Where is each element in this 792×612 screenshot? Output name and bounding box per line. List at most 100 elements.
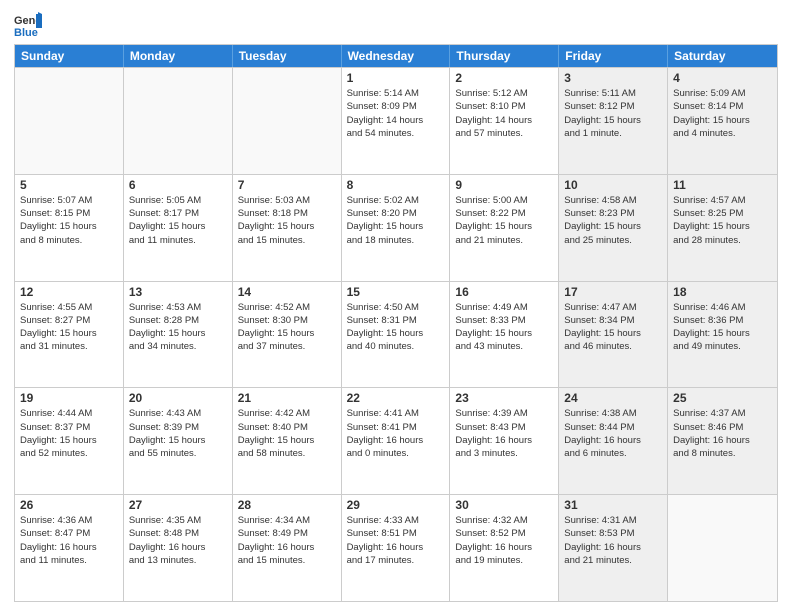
calendar-body: 1 Sunrise: 5:14 AM Sunset: 8:09 PM Daylig… [15,67,777,601]
cal-cell-w5-d5: 30Sunrise: 4:32 AM Sunset: 8:52 PM Dayli… [450,495,559,601]
day-info: Sunrise: 4:43 AM Sunset: 8:39 PM Dayligh… [129,407,227,460]
cal-cell-w1-d4: 1 Sunrise: 5:14 AM Sunset: 8:09 PM Daylig… [342,68,451,174]
cal-cell-w2-d6: 10 Sunrise: 4:58 AM Sunset: 8:23 PM Dayli… [559,175,668,281]
cal-header-monday: Monday [124,45,233,67]
day-number: 20 [129,391,227,405]
cal-cell-w4-d2: 20 Sunrise: 4:43 AM Sunset: 8:39 PM Dayli… [124,388,233,494]
day-number: 25 [673,391,772,405]
cal-cell-w3-d7: 18 Sunrise: 4:46 AM Sunset: 8:36 PM Dayli… [668,282,777,388]
day-info: Sunrise: 5:05 AM Sunset: 8:17 PM Dayligh… [129,194,227,247]
logo-icon: General Blue [14,10,42,38]
day-number: 22 [347,391,445,405]
day-info: Sunrise: 4:52 AM Sunset: 8:30 PM Dayligh… [238,301,336,354]
cal-week-2: 5 Sunrise: 5:07 AM Sunset: 8:15 PM Daylig… [15,174,777,281]
day-info: Sunrise: 5:09 AM Sunset: 8:14 PM Dayligh… [673,87,772,140]
cal-cell-w1-d3 [233,68,342,174]
day-info: Sunrise: 4:32 AM Sunset: 8:52 PM Dayligh… [455,514,553,567]
calendar: SundayMondayTuesdayWednesdayThursdayFrid… [14,44,778,602]
cal-cell-w2-d3: 7 Sunrise: 5:03 AM Sunset: 8:18 PM Daylig… [233,175,342,281]
cal-week-1: 1 Sunrise: 5:14 AM Sunset: 8:09 PM Daylig… [15,67,777,174]
day-number: 28 [238,498,336,512]
day-info: Sunrise: 4:58 AM Sunset: 8:23 PM Dayligh… [564,194,662,247]
cal-cell-w3-d5: 16 Sunrise: 4:49 AM Sunset: 8:33 PM Dayli… [450,282,559,388]
day-number: 14 [238,285,336,299]
cal-cell-w4-d6: 24Sunrise: 4:38 AM Sunset: 8:44 PM Dayli… [559,388,668,494]
cal-header-wednesday: Wednesday [342,45,451,67]
day-number: 7 [238,178,336,192]
day-info: Sunrise: 5:07 AM Sunset: 8:15 PM Dayligh… [20,194,118,247]
day-info: Sunrise: 5:14 AM Sunset: 8:09 PM Dayligh… [347,87,445,140]
day-number: 6 [129,178,227,192]
svg-text:Blue: Blue [14,27,38,38]
day-info: Sunrise: 4:41 AM Sunset: 8:41 PM Dayligh… [347,407,445,460]
cal-cell-w4-d4: 22 Sunrise: 4:41 AM Sunset: 8:41 PM Dayli… [342,388,451,494]
day-number: 5 [20,178,118,192]
day-number: 23 [455,391,553,405]
day-info: Sunrise: 4:50 AM Sunset: 8:31 PM Dayligh… [347,301,445,354]
day-info: Sunrise: 5:12 AM Sunset: 8:10 PM Dayligh… [455,87,553,140]
cal-cell-w5-d4: 29Sunrise: 4:33 AM Sunset: 8:51 PM Dayli… [342,495,451,601]
cal-cell-w5-d7 [668,495,777,601]
day-number: 21 [238,391,336,405]
cal-cell-w3-d3: 14 Sunrise: 4:52 AM Sunset: 8:30 PM Dayli… [233,282,342,388]
cal-week-4: 19Sunrise: 4:44 AM Sunset: 8:37 PM Dayli… [15,387,777,494]
cal-cell-w3-d1: 12Sunrise: 4:55 AM Sunset: 8:27 PM Dayli… [15,282,124,388]
day-info: Sunrise: 5:03 AM Sunset: 8:18 PM Dayligh… [238,194,336,247]
cal-header-friday: Friday [559,45,668,67]
cal-cell-w2-d1: 5 Sunrise: 5:07 AM Sunset: 8:15 PM Daylig… [15,175,124,281]
cal-cell-w4-d3: 21 Sunrise: 4:42 AM Sunset: 8:40 PM Dayli… [233,388,342,494]
cal-cell-w3-d4: 15 Sunrise: 4:50 AM Sunset: 8:31 PM Dayli… [342,282,451,388]
day-number: 24 [564,391,662,405]
day-number: 13 [129,285,227,299]
day-number: 8 [347,178,445,192]
cal-cell-w3-d2: 13Sunrise: 4:53 AM Sunset: 8:28 PM Dayli… [124,282,233,388]
cal-week-5: 26 Sunrise: 4:36 AM Sunset: 8:47 PM Dayli… [15,494,777,601]
day-info: Sunrise: 4:47 AM Sunset: 8:34 PM Dayligh… [564,301,662,354]
day-number: 17 [564,285,662,299]
day-info: Sunrise: 4:57 AM Sunset: 8:25 PM Dayligh… [673,194,772,247]
day-info: Sunrise: 4:33 AM Sunset: 8:51 PM Dayligh… [347,514,445,567]
cal-cell-w1-d5: 2 Sunrise: 5:12 AM Sunset: 8:10 PM Daylig… [450,68,559,174]
cal-cell-w4-d1: 19Sunrise: 4:44 AM Sunset: 8:37 PM Dayli… [15,388,124,494]
day-number: 1 [347,71,445,85]
cal-header-thursday: Thursday [450,45,559,67]
day-number: 15 [347,285,445,299]
cal-cell-w4-d7: 25Sunrise: 4:37 AM Sunset: 8:46 PM Dayli… [668,388,777,494]
day-number: 10 [564,178,662,192]
day-info: Sunrise: 5:00 AM Sunset: 8:22 PM Dayligh… [455,194,553,247]
day-info: Sunrise: 4:42 AM Sunset: 8:40 PM Dayligh… [238,407,336,460]
logo: General Blue [14,10,46,38]
day-number: 4 [673,71,772,85]
day-number: 11 [673,178,772,192]
calendar-header-row: SundayMondayTuesdayWednesdayThursdayFrid… [15,45,777,67]
day-number: 3 [564,71,662,85]
day-info: Sunrise: 4:49 AM Sunset: 8:33 PM Dayligh… [455,301,553,354]
cal-cell-w1-d2 [124,68,233,174]
cal-cell-w5-d3: 28 Sunrise: 4:34 AM Sunset: 8:49 PM Dayli… [233,495,342,601]
day-info: Sunrise: 5:02 AM Sunset: 8:20 PM Dayligh… [347,194,445,247]
cal-cell-w5-d1: 26 Sunrise: 4:36 AM Sunset: 8:47 PM Dayli… [15,495,124,601]
day-info: Sunrise: 4:34 AM Sunset: 8:49 PM Dayligh… [238,514,336,567]
cal-cell-w4-d5: 23 Sunrise: 4:39 AM Sunset: 8:43 PM Dayli… [450,388,559,494]
cal-cell-w5-d6: 31Sunrise: 4:31 AM Sunset: 8:53 PM Dayli… [559,495,668,601]
day-number: 2 [455,71,553,85]
day-number: 16 [455,285,553,299]
cal-cell-w5-d2: 27 Sunrise: 4:35 AM Sunset: 8:48 PM Dayli… [124,495,233,601]
day-info: Sunrise: 4:39 AM Sunset: 8:43 PM Dayligh… [455,407,553,460]
cal-cell-w1-d6: 3Sunrise: 5:11 AM Sunset: 8:12 PM Daylig… [559,68,668,174]
cal-cell-w3-d6: 17 Sunrise: 4:47 AM Sunset: 8:34 PM Dayli… [559,282,668,388]
day-info: Sunrise: 4:31 AM Sunset: 8:53 PM Dayligh… [564,514,662,567]
day-number: 26 [20,498,118,512]
day-number: 18 [673,285,772,299]
day-info: Sunrise: 4:35 AM Sunset: 8:48 PM Dayligh… [129,514,227,567]
header: General Blue [14,10,778,38]
day-info: Sunrise: 4:55 AM Sunset: 8:27 PM Dayligh… [20,301,118,354]
cal-cell-w1-d7: 4 Sunrise: 5:09 AM Sunset: 8:14 PM Daylig… [668,68,777,174]
day-info: Sunrise: 4:36 AM Sunset: 8:47 PM Dayligh… [20,514,118,567]
day-number: 9 [455,178,553,192]
cal-cell-w2-d4: 8 Sunrise: 5:02 AM Sunset: 8:20 PM Daylig… [342,175,451,281]
cal-cell-w2-d2: 6 Sunrise: 5:05 AM Sunset: 8:17 PM Daylig… [124,175,233,281]
day-info: Sunrise: 4:46 AM Sunset: 8:36 PM Dayligh… [673,301,772,354]
day-number: 27 [129,498,227,512]
page: General Blue SundayMondayTuesdayWednesda… [0,0,792,612]
